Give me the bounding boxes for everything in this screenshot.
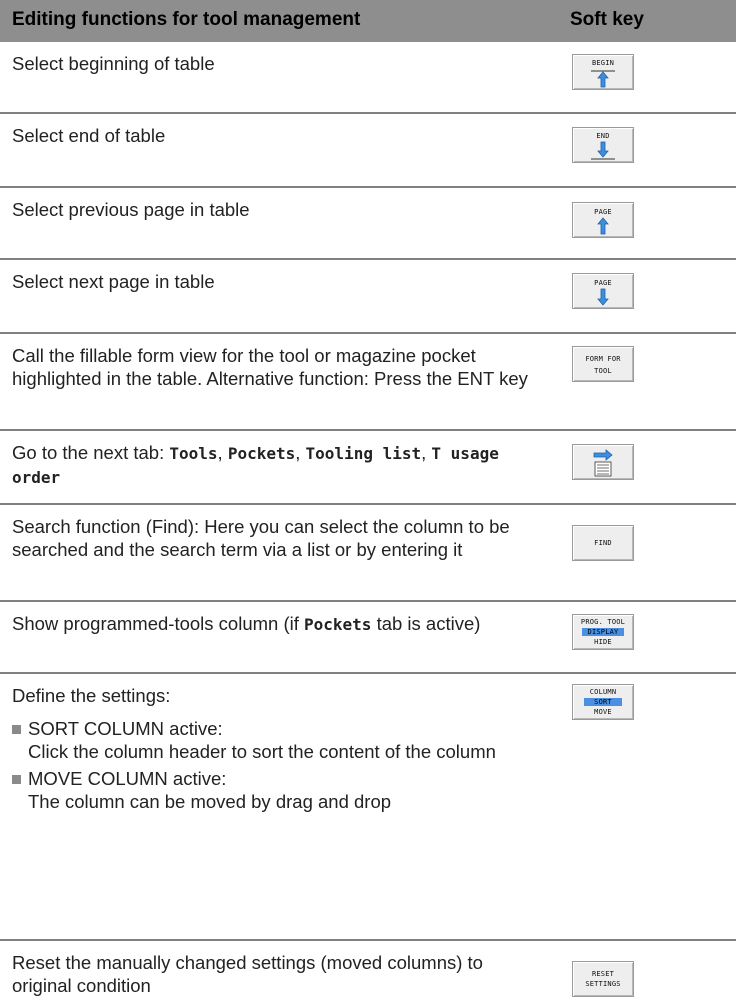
softkey-label-line3: MOVE xyxy=(594,708,612,716)
row-description: Select end of table xyxy=(12,125,166,146)
tab-name-pockets: Pockets xyxy=(304,615,372,634)
arrow-up-with-bar-icon xyxy=(591,70,615,88)
reset-settings-softkey[interactable]: RESET SETTINGS xyxy=(572,961,634,997)
text-part: Go to the next tab: xyxy=(12,442,170,463)
tab-name-tooling-list: Tooling list xyxy=(305,444,422,463)
begin-softkey[interactable]: BEGIN xyxy=(572,54,634,90)
next-tab-arrow-icon xyxy=(593,449,613,477)
arrow-down-with-bar-icon xyxy=(591,141,615,160)
softkey-label-line2: TOOL xyxy=(594,367,612,375)
tab-name-tools: Tools xyxy=(169,444,218,463)
page-down-softkey[interactable]: PAGE xyxy=(572,273,634,309)
tab-name-pockets: Pockets xyxy=(227,444,296,463)
softkey-label-line3: HIDE xyxy=(594,638,612,646)
text-part: Show programmed-tools column (if xyxy=(12,613,304,634)
bullet-body: Click the column header to sort the cont… xyxy=(28,741,496,762)
editing-functions-table: Editing functions for tool management So… xyxy=(0,0,736,1008)
bullet-square-icon xyxy=(12,725,21,734)
row-intro: Define the settings: xyxy=(12,685,171,706)
softkey-label-line1: FORM FOR xyxy=(585,355,621,363)
softkey-label: FIND xyxy=(594,539,612,547)
softkey-active-option: SORT xyxy=(584,698,622,706)
row-description: Select beginning of table xyxy=(12,53,215,74)
row-description: Select previous page in table xyxy=(12,199,250,220)
prog-tool-softkey[interactable]: PROG. TOOL DISPLAY HIDE xyxy=(572,614,634,650)
bullet-list: SORT COLUMN active: Click the column hea… xyxy=(12,717,542,813)
text-part: , xyxy=(295,442,306,463)
softkey-label-line1: COLUMN xyxy=(589,688,617,696)
column-softkey[interactable]: COLUMN SORT MOVE xyxy=(572,684,634,720)
text-part: tab is active) xyxy=(371,613,481,634)
table-row: Go to the next tab: Tools, Pockets, Tool… xyxy=(0,431,736,503)
row-description: Select next page in table xyxy=(12,271,215,292)
row-description: Show programmed-tools column (if Pockets… xyxy=(12,612,542,636)
arrow-up-icon xyxy=(597,217,609,235)
bullet-title: SORT COLUMN active: xyxy=(28,718,223,739)
softkey-label-line2: DISPLAY xyxy=(573,628,633,636)
row-description: Call the fillable form view for the tool… xyxy=(12,345,528,389)
table-row: Select end of table END xyxy=(0,114,736,186)
softkey-label-line1: RESET xyxy=(591,970,615,978)
softkey-label-line1: PROG. TOOL xyxy=(580,618,626,626)
arrow-down-icon xyxy=(597,288,609,306)
list-item: MOVE COLUMN active: The column can be mo… xyxy=(12,767,542,813)
row-description: Define the settings: SORT COLUMN active:… xyxy=(12,684,542,813)
page-up-softkey[interactable]: PAGE xyxy=(572,202,634,238)
row-description: Go to the next tab: Tools, Pockets, Tool… xyxy=(12,441,542,489)
form-for-tool-softkey[interactable]: FORM FOR TOOL xyxy=(572,346,634,382)
table-row: Select beginning of table BEGIN xyxy=(0,42,736,112)
bullet-body: The column can be moved by drag and drop xyxy=(28,791,392,812)
header-functions: Editing functions for tool management xyxy=(12,9,361,30)
text-part: , xyxy=(421,442,432,463)
table-header: Editing functions for tool management So… xyxy=(0,0,736,42)
table-row: Reset the manually changed settings (mov… xyxy=(0,941,736,1008)
table-row: Define the settings: SORT COLUMN active:… xyxy=(0,674,736,939)
row-description: Reset the manually changed settings (mov… xyxy=(12,952,483,996)
list-item: SORT COLUMN active: Click the column hea… xyxy=(12,717,542,763)
bullet-square-icon xyxy=(12,775,21,784)
end-softkey[interactable]: END xyxy=(572,127,634,163)
softkey-label-line2: SORT xyxy=(573,698,633,706)
header-softkey: Soft key xyxy=(570,9,644,30)
text-part: , xyxy=(217,442,228,463)
find-softkey[interactable]: FIND xyxy=(572,525,634,561)
table-row: Select previous page in table PAGE xyxy=(0,188,736,258)
table-row: Show programmed-tools column (if Pockets… xyxy=(0,602,736,672)
table-row: Call the fillable form view for the tool… xyxy=(0,334,736,429)
row-description: Search function (Find): Here you can sel… xyxy=(12,516,510,560)
table-row: Select next page in table PAGE xyxy=(0,260,736,332)
table-row: Search function (Find): Here you can sel… xyxy=(0,505,736,600)
softkey-active-option: DISPLAY xyxy=(581,628,625,636)
softkey-label-line2: SETTINGS xyxy=(585,980,621,988)
next-tab-softkey[interactable] xyxy=(572,444,634,480)
bullet-title: MOVE COLUMN active: xyxy=(28,768,227,789)
